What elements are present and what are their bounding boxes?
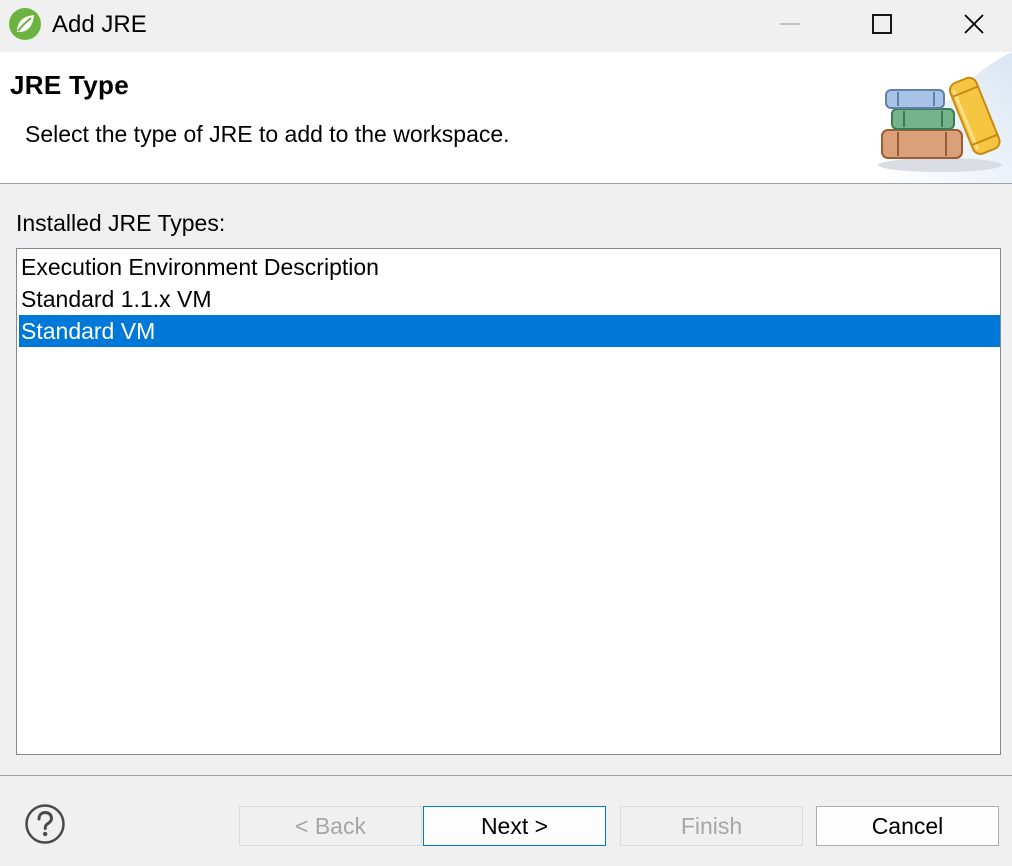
list-item-execution-environment-description[interactable]: Execution Environment Description [19, 251, 1000, 283]
spring-leaf-icon [8, 7, 42, 41]
help-question-icon [25, 804, 65, 844]
window-title: Add JRE [52, 11, 147, 38]
back-button[interactable]: < Back [239, 806, 422, 846]
cancel-button[interactable]: Cancel [816, 806, 999, 846]
list-item-standard-vm[interactable]: Standard VM [19, 315, 1000, 347]
page-description: Select the type of JRE to add to the wor… [25, 121, 510, 147]
help-button[interactable] [24, 803, 66, 845]
wizard-header: JRE Type Select the type of JRE to add t… [0, 52, 1012, 184]
page-title: JRE Type [10, 70, 129, 100]
maximize-icon [872, 14, 892, 34]
finish-button[interactable]: Finish [620, 806, 803, 846]
installed-jre-types-label: Installed JRE Types: [16, 210, 226, 236]
footer-separator [0, 775, 1012, 776]
list-item-standard-1-1-x-vm[interactable]: Standard 1.1.x VM [19, 283, 1000, 315]
minimize-icon [780, 23, 800, 25]
close-button[interactable] [928, 0, 1012, 48]
title-bar: Add JRE [0, 0, 1012, 52]
library-books-icon [858, 52, 1012, 183]
close-icon [964, 14, 984, 34]
next-button[interactable]: Next > [423, 806, 606, 846]
maximize-button[interactable] [836, 0, 928, 48]
jre-types-list[interactable]: Execution Environment Description Standa… [16, 248, 1001, 755]
minimize-button[interactable] [744, 0, 836, 48]
